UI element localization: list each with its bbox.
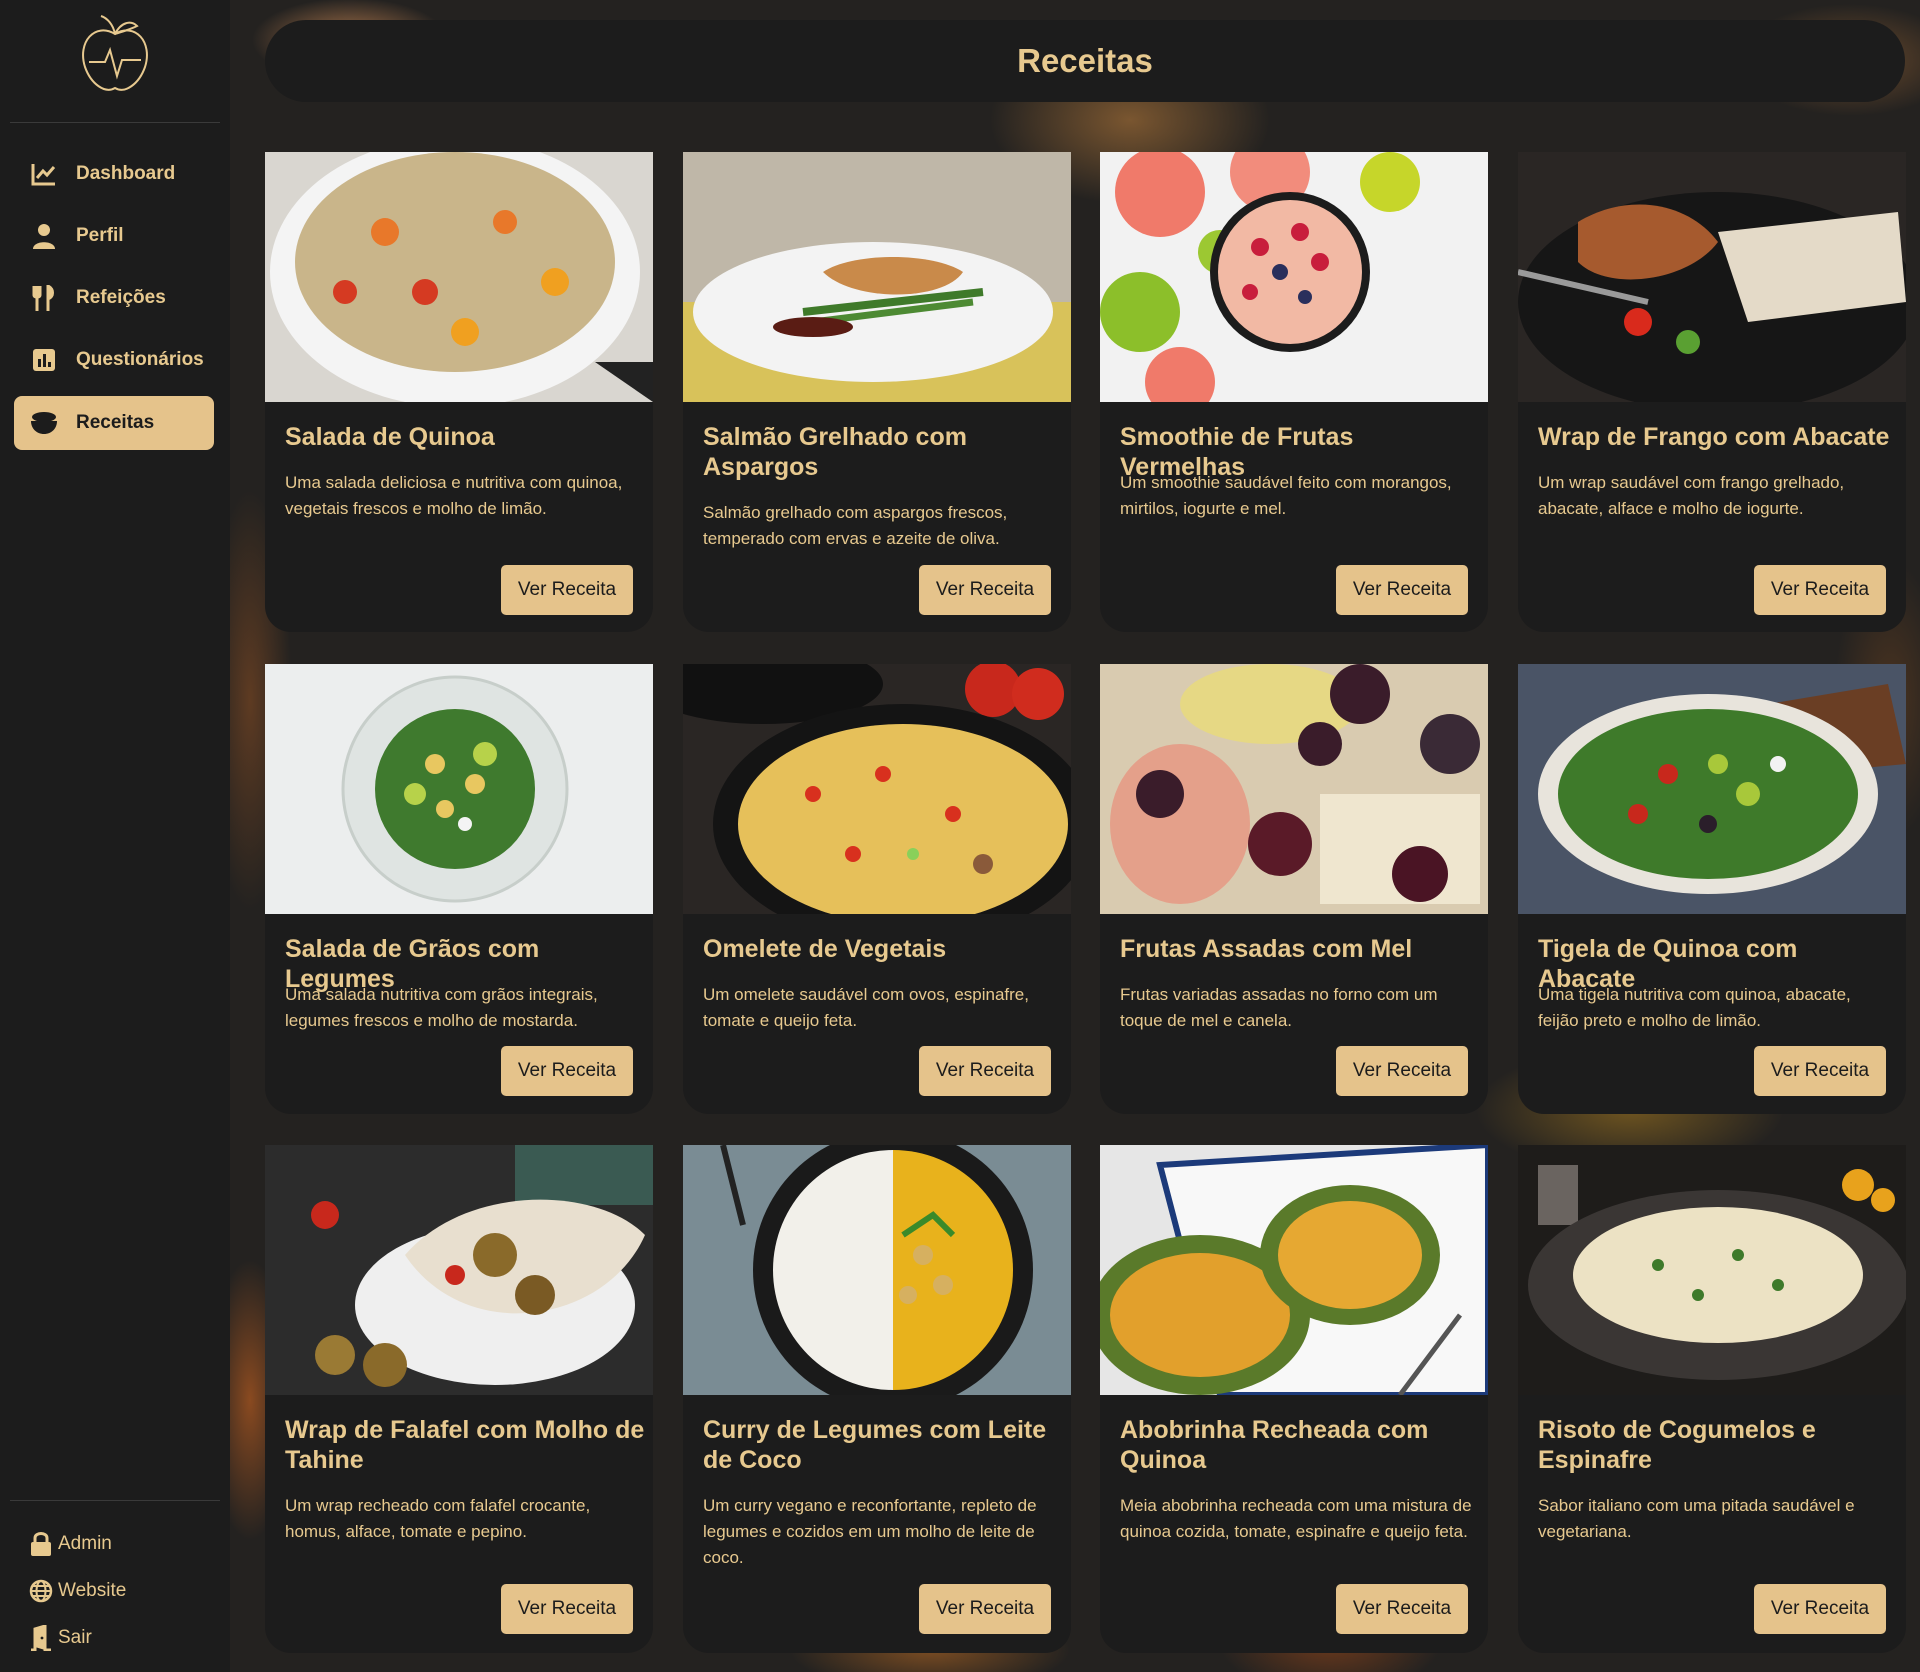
recipe-description: Frutas variadas assadas no forno com um … <box>1120 985 1438 1030</box>
sidebar-item-questionarios[interactable]: Questionários <box>14 333 214 387</box>
recipe-image-coconut-curry <box>683 1145 1071 1395</box>
view-recipe-button[interactable]: Ver Receita <box>919 565 1051 615</box>
recipe-description: Salmão grelhado com aspargos frescos, te… <box>703 503 1008 548</box>
recipe-image-chicken-wrap <box>1518 152 1906 402</box>
recipe-card: Curry de Legumes com Leite de Coco Um cu… <box>683 1145 1071 1653</box>
sidebar-item-label: Admin <box>58 1533 112 1554</box>
sidebar-item-label: Refeições <box>76 287 166 308</box>
recipe-card: Wrap de Falafel com Molho de Tahine Um w… <box>265 1145 653 1653</box>
recipe-title: Frutas Assadas com Mel <box>1120 935 1413 963</box>
recipe-image-berry-smoothie <box>1100 152 1488 402</box>
logo-apple-heartbeat-icon <box>82 15 148 91</box>
view-recipe-button[interactable]: Ver Receita <box>919 1584 1051 1634</box>
bowl-icon <box>30 409 58 437</box>
lock-icon <box>28 1531 54 1557</box>
sidebar: Dashboard Perfil Refeições Questionários… <box>0 0 230 1672</box>
recipe-title: Risoto de Cogumelos e Espinafre <box>1538 1416 1816 1474</box>
sidebar-item-perfil[interactable]: Perfil <box>14 209 214 263</box>
recipe-card: Salada de Quinoa Uma salada deliciosa e … <box>265 152 653 632</box>
recipe-description: Sabor italiano com uma pitada saudável e… <box>1538 1496 1855 1541</box>
sidebar-item-dashboard[interactable]: Dashboard <box>14 147 214 201</box>
recipe-image-quinoa-bowl <box>1518 664 1906 914</box>
view-recipe-button[interactable]: Ver Receita <box>1754 1584 1886 1634</box>
bar-chart-icon <box>30 346 58 374</box>
recipe-title: Curry de Legumes com Leite de Coco <box>703 1416 1047 1474</box>
recipe-title: Salmão Grelhado com Aspargos <box>703 423 967 481</box>
recipe-image-falafel-wrap <box>265 1145 653 1395</box>
recipe-card: Risoto de Cogumelos e Espinafre Sabor it… <box>1518 1145 1906 1653</box>
recipe-description: Um omelete saudável com ovos, espinafre,… <box>703 985 1029 1030</box>
sidebar-item-sair[interactable]: Sair <box>28 1620 92 1656</box>
sidebar-item-label: Receitas <box>76 412 155 433</box>
recipe-card: Salada de Grãos com Legumes Uma salada n… <box>265 664 653 1114</box>
recipe-image-grilled-salmon <box>683 152 1071 402</box>
recipe-image-stuffed-zucchini <box>1100 1145 1488 1395</box>
globe-icon <box>28 1578 54 1604</box>
sidebar-item-label: Dashboard <box>76 163 176 184</box>
recipe-card: Tigela de Quinoa com Abacate Uma tigela … <box>1518 664 1906 1114</box>
recipe-title: Wrap de Frango com Abacate <box>1538 423 1890 451</box>
door-exit-icon <box>28 1625 54 1651</box>
recipe-card: Smoothie de Frutas Vermelhas Um smoothie… <box>1100 152 1488 632</box>
recipe-image-roasted-fruit <box>1100 664 1488 914</box>
sidebar-item-website[interactable]: Website <box>28 1573 126 1609</box>
recipe-image-quinoa-salad <box>265 152 653 402</box>
recipe-card: Wrap de Frango com Abacate Um wrap saudá… <box>1518 152 1906 632</box>
sidebar-divider <box>10 1500 220 1501</box>
view-recipe-button[interactable]: Ver Receita <box>919 1046 1051 1096</box>
sidebar-item-admin[interactable]: Admin <box>28 1526 112 1562</box>
view-recipe-button[interactable]: Ver Receita <box>1336 565 1468 615</box>
recipe-card: Frutas Assadas com Mel Frutas variadas a… <box>1100 664 1488 1114</box>
recipe-card: Omelete de Vegetais Um omelete saudável … <box>683 664 1071 1114</box>
sidebar-item-label: Questionários <box>76 349 204 370</box>
recipe-title: Salada de Quinoa <box>285 423 495 451</box>
recipe-description: Um wrap saudável com frango grelhado, ab… <box>1538 473 1845 518</box>
recipe-title: Omelete de Vegetais <box>703 935 947 963</box>
recipe-card: Abobrinha Recheada com Quinoa Meia abobr… <box>1100 1145 1488 1653</box>
sidebar-item-label: Perfil <box>76 225 124 246</box>
view-recipe-button[interactable]: Ver Receita <box>501 1584 633 1634</box>
sidebar-item-label: Sair <box>58 1627 92 1648</box>
view-recipe-button[interactable]: Ver Receita <box>1754 565 1886 615</box>
recipe-description: Meia abobrinha recheada com uma mistura … <box>1120 1496 1472 1541</box>
view-recipe-button[interactable]: Ver Receita <box>1754 1046 1886 1096</box>
sidebar-divider <box>10 122 220 123</box>
user-icon <box>30 222 58 250</box>
recipe-title: Wrap de Falafel com Molho de Tahine <box>285 1416 645 1474</box>
recipe-image-vegetable-omelette <box>683 664 1071 914</box>
sidebar-item-receitas[interactable]: Receitas <box>14 396 214 450</box>
chart-line-icon <box>30 160 58 188</box>
page-header: Receitas <box>265 20 1905 102</box>
sidebar-item-refeicoes[interactable]: Refeições <box>14 271 214 325</box>
recipe-description: Um curry vegano e reconfortante, repleto… <box>703 1496 1037 1567</box>
recipe-description: Uma salada deliciosa e nutritiva com qui… <box>285 473 623 518</box>
page-title: Receitas <box>1017 42 1153 79</box>
recipe-description: Uma salada nutritiva com grãos integrais… <box>285 985 598 1030</box>
utensils-icon <box>30 284 58 312</box>
recipe-title: Abobrinha Recheada com Quinoa <box>1120 1416 1429 1474</box>
view-recipe-button[interactable]: Ver Receita <box>501 1046 633 1096</box>
view-recipe-button[interactable]: Ver Receita <box>501 565 633 615</box>
recipe-description: Um smoothie saudável feito com morangos,… <box>1120 473 1452 518</box>
recipe-image-mushroom-risotto <box>1518 1145 1906 1395</box>
sidebar-item-label: Website <box>58 1580 127 1601</box>
recipe-card: Salmão Grelhado com Aspargos Salmão grel… <box>683 152 1071 632</box>
recipe-image-grain-salad <box>265 664 653 914</box>
view-recipe-button[interactable]: Ver Receita <box>1336 1046 1468 1096</box>
view-recipe-button[interactable]: Ver Receita <box>1336 1584 1468 1634</box>
recipe-description: Uma tigela nutritiva com quinoa, abacate… <box>1538 985 1851 1030</box>
recipe-description: Um wrap recheado com falafel crocante, h… <box>285 1496 591 1541</box>
